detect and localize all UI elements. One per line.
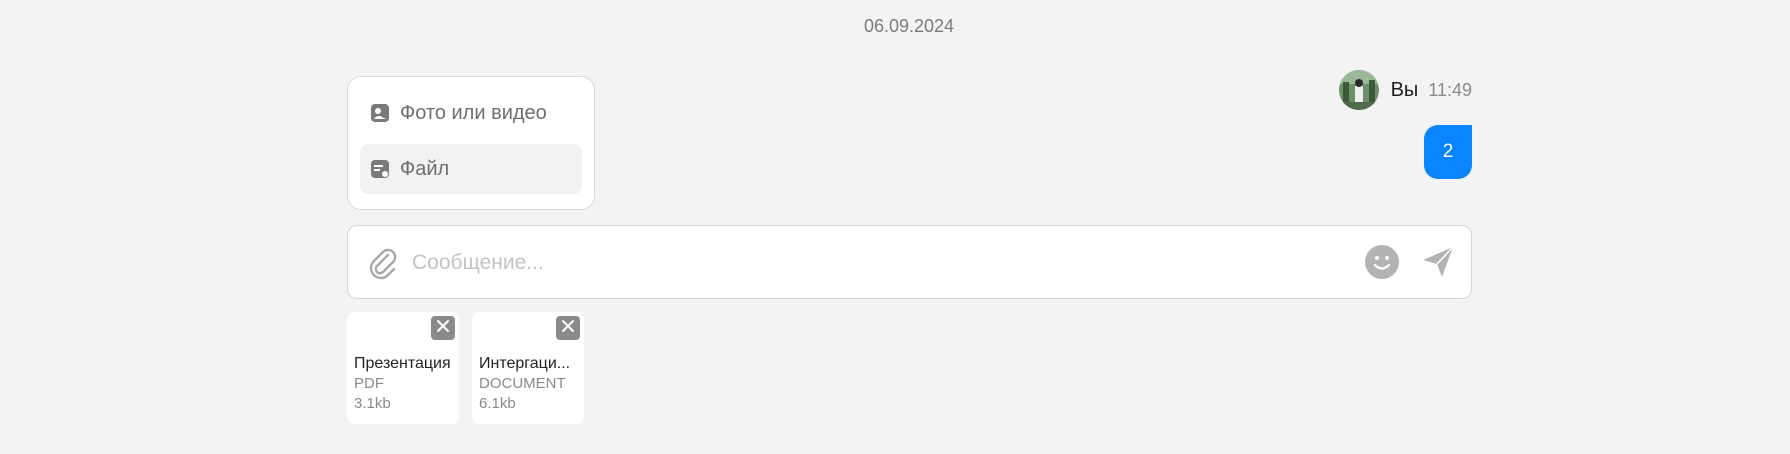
menu-item-label: Файл [400,157,450,180]
attach-menu: Фото или видео Файл [347,76,595,210]
attachment-name: Презентация [354,355,451,372]
menu-item-file[interactable]: Файл [360,144,582,194]
attachment-name: Интергаци... [479,355,571,372]
attachment-card[interactable]: Интергаци... DOCUMENT 6.1kb [472,312,584,424]
image-icon [370,103,390,123]
attachment-card[interactable]: Презентация PDF 3.1kb [347,312,459,424]
message-composer [347,225,1472,299]
attachment-type: DOCUMENT [479,375,566,392]
attachment-size: 3.1kb [354,395,391,412]
date-separator: 06.09.2024 [863,16,955,36]
message-time: 11:49 [1428,79,1472,100]
file-icon [370,159,390,179]
close-icon [561,319,575,338]
attachment-size: 6.1kb [479,395,516,412]
attachment-type: PDF [354,375,384,392]
message-text: 2 [1442,141,1454,162]
remove-attachment-button[interactable] [431,316,455,340]
menu-item-photo-video[interactable]: Фото или видео [360,88,582,138]
close-icon [436,319,450,338]
emoji-icon[interactable] [1364,244,1400,280]
paperclip-icon[interactable] [366,246,400,280]
message-header: Вы 11:49 [1338,70,1472,110]
remove-attachment-button[interactable] [556,316,580,340]
attachments-list: Презентация PDF 3.1kb Интергаци... DOCUM… [347,312,584,424]
message-author: Вы [1390,78,1419,101]
avatar[interactable] [1338,70,1379,110]
message-input[interactable] [410,244,1334,282]
chat-view: 06.09.2024 Фото или видео Файл Вы 11:49 … [0,0,1790,454]
send-icon[interactable] [1420,244,1456,280]
message-bubble[interactable]: 2 [1424,125,1472,179]
menu-item-label: Фото или видео [400,101,547,124]
